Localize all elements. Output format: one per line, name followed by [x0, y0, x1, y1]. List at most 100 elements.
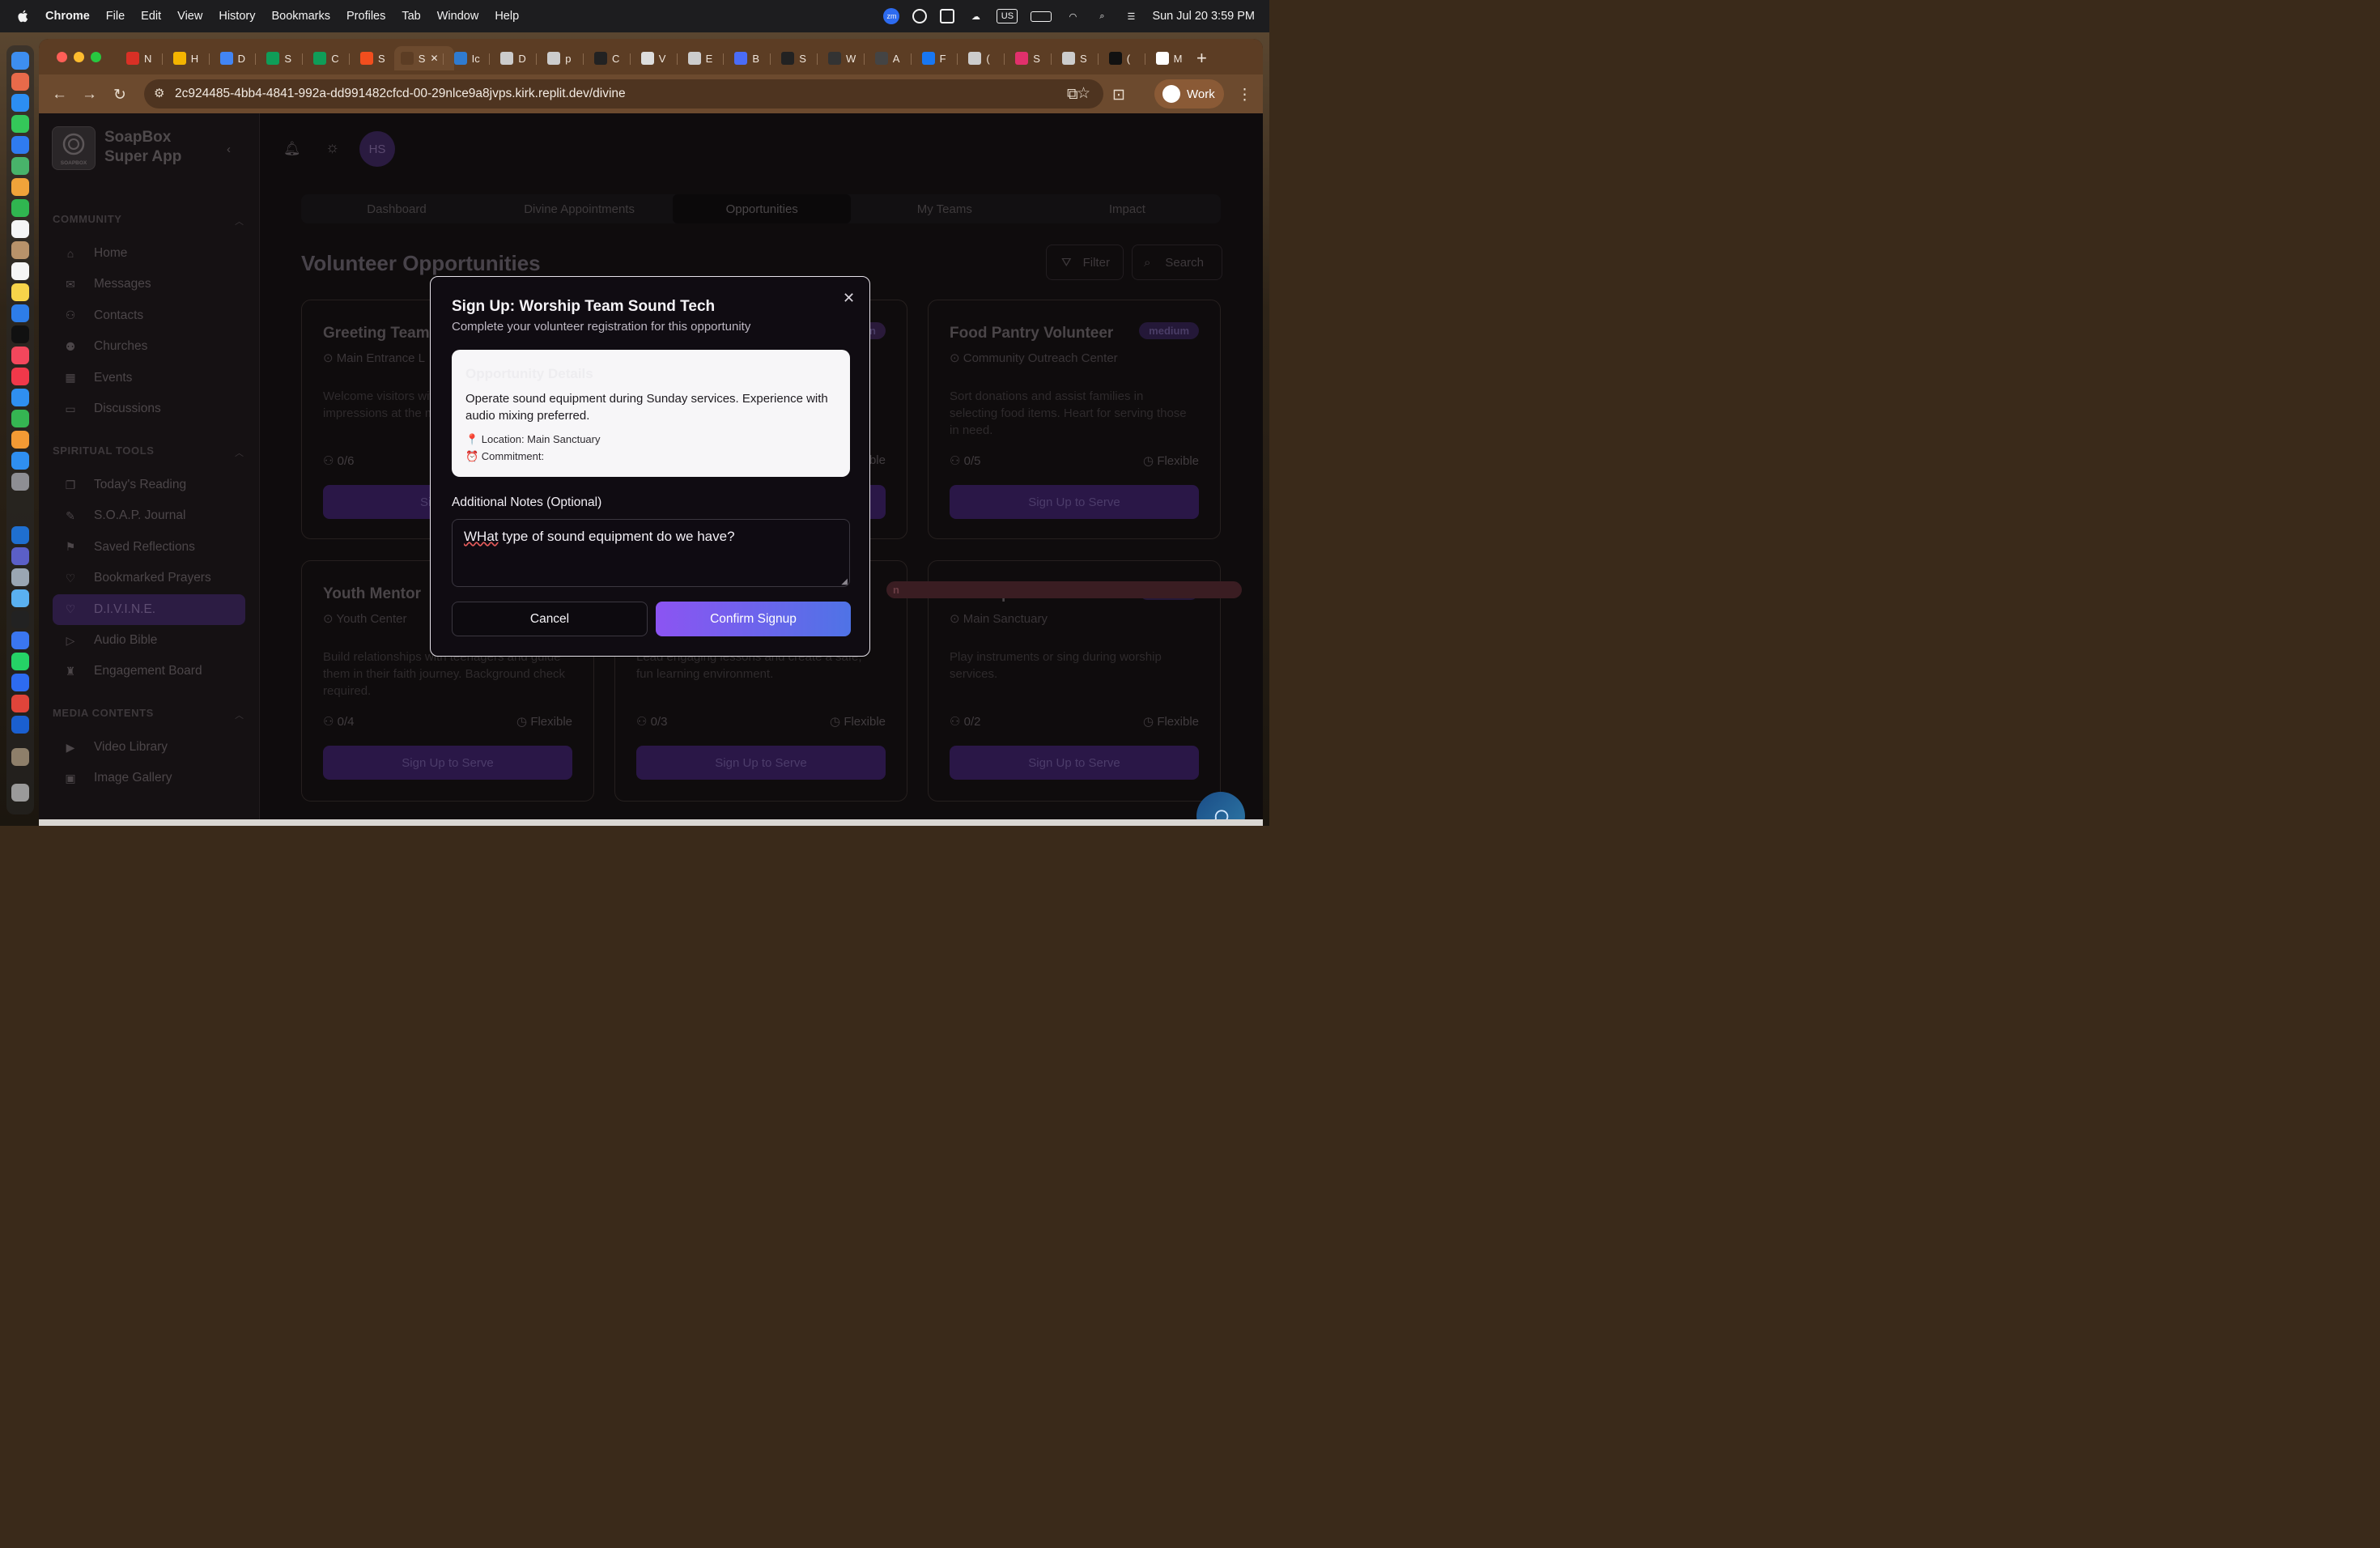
browser-tab-active[interactable]: S ✕	[393, 46, 454, 70]
confirm-signup-button[interactable]: Confirm Signup	[656, 602, 851, 636]
close-icon[interactable]: ✕	[843, 290, 855, 307]
photos-icon[interactable]	[11, 178, 29, 196]
input-source-icon[interactable]: US	[997, 9, 1018, 23]
teams-icon[interactable]	[11, 547, 29, 565]
reload-icon[interactable]: ↻	[113, 86, 126, 104]
maps-icon[interactable]	[11, 157, 29, 175]
browser-tab[interactable]: S	[1056, 46, 1103, 70]
sidebar-item-discussions[interactable]: ▭ Discussions	[53, 393, 245, 424]
site-settings-icon[interactable]: ⚙	[154, 86, 164, 100]
outlook-dock-icon[interactable]	[11, 526, 29, 544]
app-store-icon[interactable]	[11, 452, 29, 470]
tab-search-icon[interactable]: ⊡	[1112, 86, 1125, 104]
back-icon[interactable]: ←	[52, 86, 67, 104]
tab-dashboard[interactable]: Dashboard	[308, 194, 486, 223]
cancel-button[interactable]: Cancel	[452, 602, 648, 636]
sidebar-item-audio-bible[interactable]: ▷ Audio Bible	[53, 625, 245, 656]
battery-icon[interactable]	[1031, 11, 1052, 22]
freeform-icon[interactable]	[11, 304, 29, 322]
browser-tab[interactable]: S	[1009, 46, 1056, 70]
sidebar-item-today-s-reading[interactable]: ❐ Today's Reading	[53, 470, 245, 500]
browser-tab[interactable]: Ic	[448, 46, 495, 70]
soapbox-logo[interactable]: SOAPBOX	[52, 126, 96, 170]
menubar-clock[interactable]: Sun Jul 20 3:59 PM	[1152, 10, 1255, 23]
resize-handle-icon[interactable]: ◢	[841, 577, 848, 586]
menu-bookmarks[interactable]: Bookmarks	[271, 10, 330, 23]
bookmark-star-icon[interactable]: ☆	[1077, 84, 1090, 103]
browser-tab[interactable]: V	[635, 46, 682, 70]
sidebar-item-contacts[interactable]: ⚇ Contacts	[53, 300, 245, 331]
weather-icon[interactable]: ☁	[967, 8, 984, 24]
chevron-up-icon[interactable]: ︿	[235, 446, 244, 459]
tab-my-teams[interactable]: My Teams	[856, 194, 1034, 223]
password-manager-icon[interactable]	[912, 9, 928, 23]
browser-tab[interactable]: p	[541, 46, 588, 70]
menu-profiles[interactable]: Profiles	[346, 10, 385, 23]
sidebar-section-community[interactable]: COMMUNITY	[53, 213, 122, 225]
notes-icon[interactable]	[11, 283, 29, 301]
user-avatar[interactable]: HS	[359, 131, 395, 167]
sidebar-item-s-o-a-p-journal[interactable]: ✎ S.O.A.P. Journal	[53, 500, 245, 531]
browser-tab[interactable]: B	[728, 46, 775, 70]
address-bar[interactable]: ⚙ 2c924485-4bb4-4841-992a-dd991482cfcd-0…	[144, 79, 1103, 108]
menu-app-name[interactable]: Chrome	[45, 10, 90, 23]
profile-chip[interactable]: Work	[1154, 79, 1224, 108]
tab-opportunities[interactable]: Opportunities	[673, 194, 852, 223]
terminal-icon[interactable]	[11, 610, 29, 628]
downloads-stack-icon[interactable]	[11, 748, 29, 766]
browser-tab[interactable]: S	[260, 46, 307, 70]
browser-tab[interactable]: N	[120, 46, 167, 70]
collapse-sidebar-icon[interactable]: ‹	[227, 142, 231, 156]
facetime-icon[interactable]	[11, 199, 29, 217]
browser-tab[interactable]: E	[682, 46, 729, 70]
sidebar-item-churches[interactable]: ⚉ Churches	[53, 331, 245, 362]
url-text[interactable]: 2c924485-4bb4-4841-992a-dd991482cfcd-00-…	[175, 87, 626, 101]
calendar-app-icon[interactable]	[11, 220, 29, 238]
system-settings-icon[interactable]	[11, 473, 29, 491]
sidebar-section-spiritual-tools[interactable]: SPIRITUAL TOOLS	[53, 444, 155, 457]
wifi-icon[interactable]: ◠	[1065, 8, 1081, 24]
pages-icon[interactable]	[11, 431, 29, 449]
maximize-window-button[interactable]	[91, 52, 101, 62]
mail-app-icon[interactable]	[11, 136, 29, 154]
notes-textarea[interactable]: WHat type of sound equipment do we have?…	[452, 519, 850, 587]
sidebar-item-d-i-v-i-n-e[interactable]: ♡ D.I.V.I.N.E.	[53, 593, 245, 625]
sidebar-item-messages[interactable]: ✉ Messages	[53, 269, 245, 300]
browser-tab[interactable]: D	[494, 46, 541, 70]
safari-icon[interactable]	[11, 94, 29, 112]
browser-tab[interactable]: M	[1150, 46, 1196, 70]
close-window-button[interactable]	[57, 52, 67, 62]
extensions-icon[interactable]: ⧉	[1067, 86, 1078, 104]
sidebar-item-home[interactable]: ⌂ Home	[53, 238, 245, 269]
close-tab-icon[interactable]: ✕	[430, 53, 438, 64]
sign-up-button[interactable]: Sign Up to Serve	[636, 746, 886, 780]
trash-icon[interactable]	[11, 784, 29, 802]
browser-tab[interactable]: W	[822, 46, 869, 70]
apple-icon[interactable]	[16, 9, 31, 23]
theme-toggle-sun-icon[interactable]: ☼	[325, 139, 339, 157]
sidebar-item-events[interactable]: ▦ Events	[53, 363, 245, 393]
browser-tab[interactable]: (	[1103, 46, 1150, 70]
sidebar-section-media-contents[interactable]: MEDIA CONTENTS	[53, 707, 154, 719]
spotlight-search-icon[interactable]: ⌕	[1094, 8, 1110, 24]
preview-icon[interactable]	[11, 589, 29, 607]
zoom-app-icon[interactable]	[11, 674, 29, 691]
browser-tab[interactable]: (	[962, 46, 1009, 70]
browser-tab[interactable]: S	[775, 46, 822, 70]
new-tab-button[interactable]: +	[1196, 48, 1207, 69]
menu-history[interactable]: History	[219, 10, 255, 23]
launchpad-icon[interactable]	[11, 73, 29, 91]
menu-tab[interactable]: Tab	[402, 10, 420, 23]
menu-help[interactable]: Help	[495, 10, 519, 23]
notifications-bell-icon[interactable]: 🔔︎	[283, 141, 301, 157]
filter-button[interactable]: ⛛ Filter	[1046, 245, 1124, 280]
browser-tab[interactable]: F	[916, 46, 963, 70]
browser-tab[interactable]: C	[588, 46, 635, 70]
tv-icon[interactable]	[11, 325, 29, 343]
messages-icon[interactable]	[11, 115, 29, 133]
forward-icon[interactable]: →	[82, 86, 97, 104]
outlook-icon[interactable]	[940, 9, 955, 23]
finder-alt-icon[interactable]	[11, 568, 29, 586]
zoom-status-icon[interactable]: zm	[883, 8, 900, 24]
onepassword-icon[interactable]	[11, 716, 29, 734]
